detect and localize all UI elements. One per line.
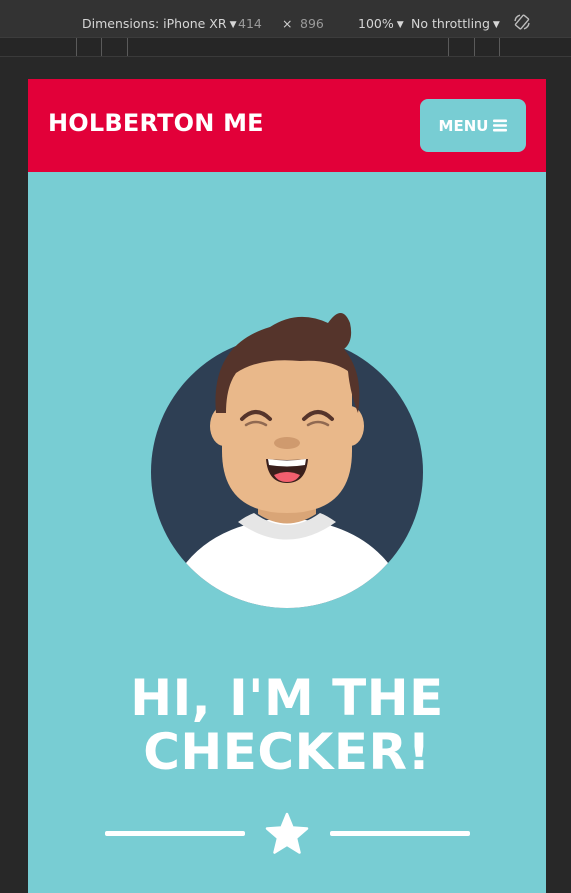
- headline-line-2: CHECKER!: [143, 723, 431, 781]
- rotate-device-icon[interactable]: [513, 13, 531, 31]
- chevron-down-icon: ▼: [396, 20, 404, 30]
- device-viewport: HOLBERTON ME MENU HI, I'M THE CHECKER!: [28, 79, 546, 893]
- height-input[interactable]: 896: [300, 16, 324, 31]
- media-query-bar: [0, 38, 571, 57]
- site-header: HOLBERTON ME MENU: [28, 79, 546, 172]
- zoom-label: 100%: [358, 16, 394, 31]
- menu-label: MENU: [438, 116, 489, 135]
- divider-line-left: [105, 831, 245, 836]
- ruler-tick: [101, 38, 102, 56]
- times-sign: ×: [282, 16, 293, 31]
- chevron-down-icon: ▼: [492, 20, 500, 30]
- brand-logo[interactable]: HOLBERTON ME: [48, 109, 264, 137]
- hamburger-icon: [493, 119, 508, 132]
- ruler-tick: [76, 38, 77, 56]
- width-input[interactable]: 414: [238, 16, 262, 31]
- star-divider: [105, 812, 470, 856]
- device-selector[interactable]: Dimensions: iPhone XR ▼: [82, 16, 236, 31]
- throttling-selector[interactable]: No throttling ▼: [411, 16, 500, 31]
- menu-button[interactable]: MENU: [420, 99, 526, 152]
- star-icon: [265, 812, 309, 854]
- ruler-tick: [474, 38, 475, 56]
- zoom-selector[interactable]: 100% ▼: [358, 16, 404, 31]
- checker-avatar: [151, 313, 423, 608]
- ruler-tick: [127, 38, 128, 56]
- hero-headline: HI, I'M THE CHECKER!: [28, 671, 546, 779]
- chevron-down-icon: ▼: [229, 20, 237, 30]
- divider-line-right: [330, 831, 470, 836]
- headline-line-1: HI, I'M THE: [130, 669, 444, 727]
- ruler-tick: [499, 38, 500, 56]
- devtools-device-toolbar: Dimensions: iPhone XR ▼ 414 × 896 100% ▼ N…: [0, 0, 571, 38]
- device-label: Dimensions: iPhone XR: [82, 16, 227, 31]
- throttling-label: No throttling: [411, 16, 490, 31]
- ruler-tick: [448, 38, 449, 56]
